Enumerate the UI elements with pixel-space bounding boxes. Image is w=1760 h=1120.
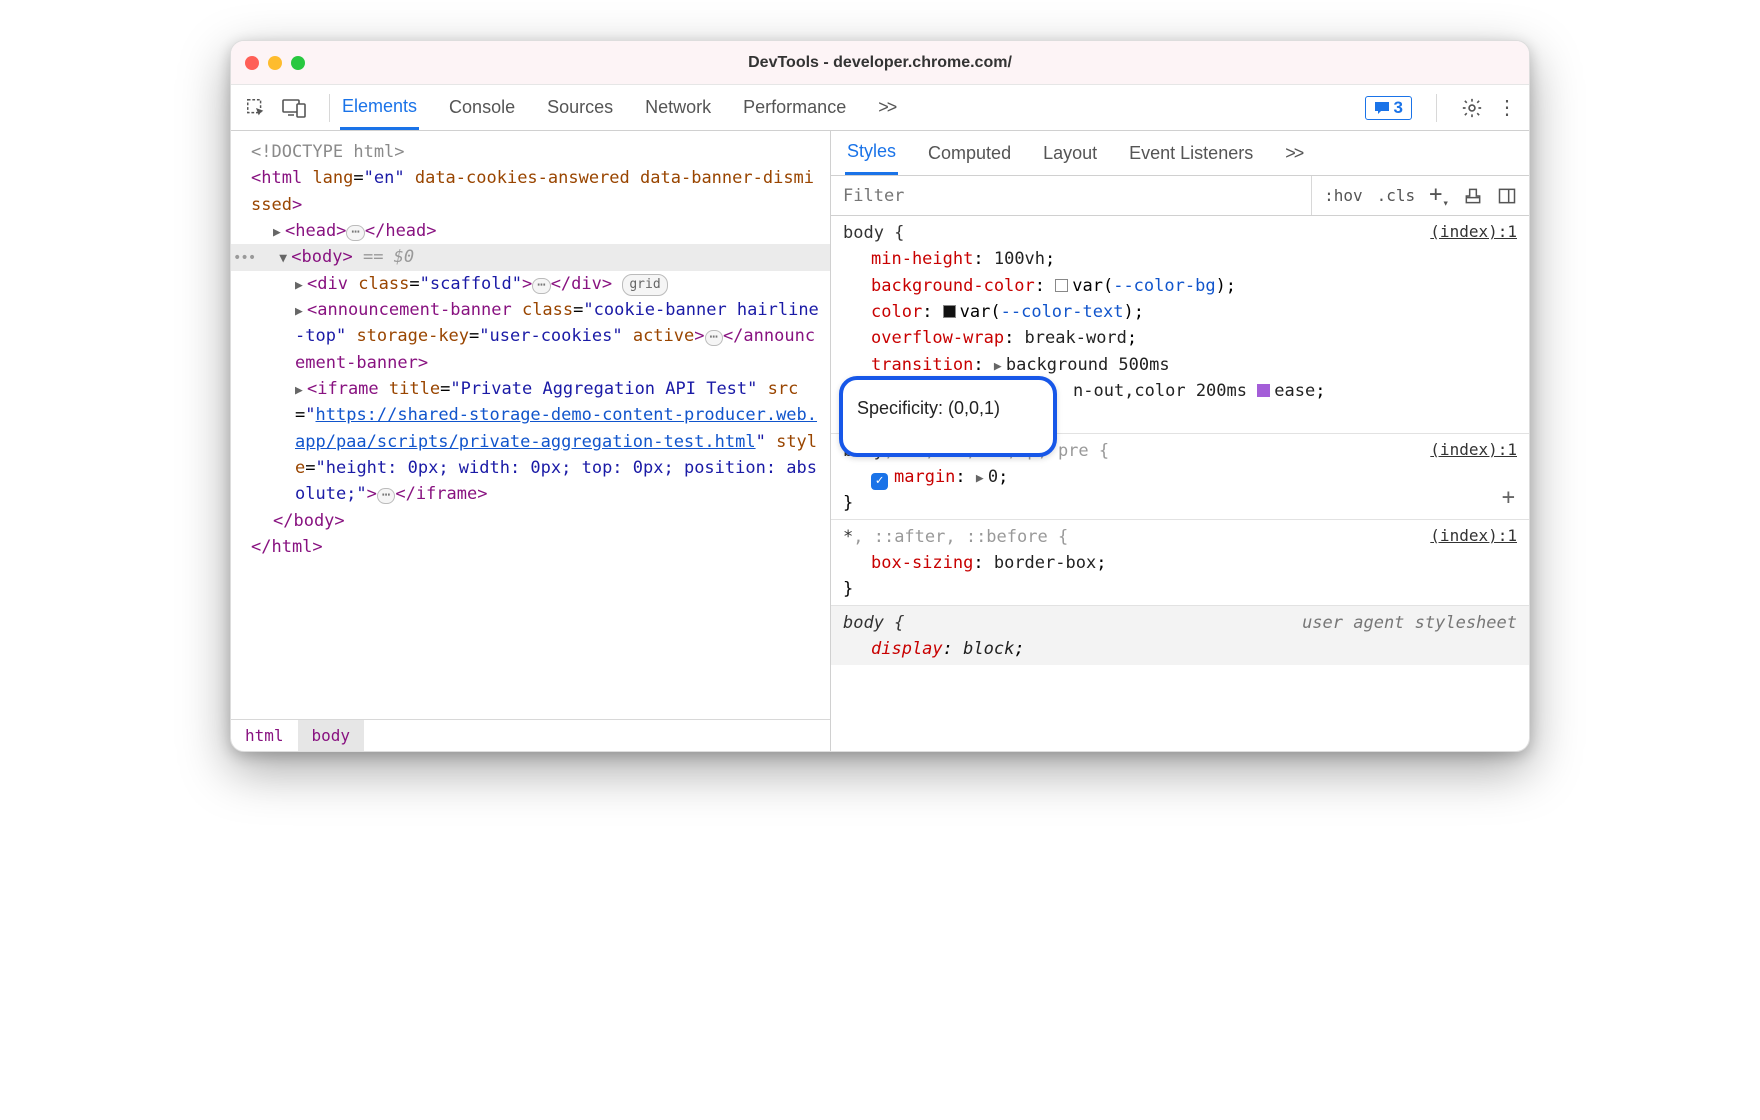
html-close: </html> — [251, 534, 820, 560]
tab-console[interactable]: Console — [447, 87, 517, 128]
head-node[interactable]: ▶<head>⋯</head> — [251, 218, 820, 244]
tooltip-text: Specificity: (0,0,1) — [857, 398, 1000, 418]
styles-panel: Styles Computed Layout Event Listeners >… — [831, 131, 1529, 751]
rule-selector: body { — [843, 220, 904, 246]
panel-tabs: Elements Console Sources Network Perform… — [340, 86, 1355, 130]
titlebar: DevTools - developer.chrome.com/ — [231, 41, 1529, 85]
new-rule-icon[interactable]: +▾ — [1429, 182, 1449, 209]
maximize-window-button[interactable] — [291, 56, 305, 70]
easing-icon[interactable] — [1257, 384, 1270, 397]
sidebar-tabs: Styles Computed Layout Event Listeners >… — [831, 131, 1529, 176]
div-scaffold-node[interactable]: ▶<div class="scaffold">⋯</div> grid — [251, 271, 820, 297]
rule-universal[interactable]: *, ::after, ::before { (index):1 box-siz… — [831, 519, 1529, 605]
separator — [329, 94, 330, 122]
tab-network[interactable]: Network — [643, 87, 713, 128]
filter-tools: :hov .cls +▾ — [1311, 176, 1529, 215]
crumb-body[interactable]: body — [298, 720, 365, 751]
subtab-more[interactable]: >> — [1283, 133, 1304, 174]
main-toolbar: Elements Console Sources Network Perform… — [231, 85, 1529, 131]
property-checkbox[interactable]: ✓ — [871, 473, 888, 490]
dom-tree[interactable]: <!DOCTYPE html> <html lang="en" data-coo… — [231, 131, 830, 719]
separator — [1436, 94, 1437, 122]
messages-count: 3 — [1394, 98, 1403, 118]
styles-filter-input[interactable] — [831, 186, 1311, 206]
rule-user-agent[interactable]: body { user agent stylesheet display: bl… — [831, 605, 1529, 665]
panel-toggle-icon[interactable] — [1497, 186, 1517, 206]
tab-elements[interactable]: Elements — [340, 86, 419, 130]
color-swatch-icon[interactable] — [1055, 279, 1068, 292]
breadcrumb: html body — [231, 719, 830, 751]
tab-more[interactable]: >> — [876, 87, 897, 128]
content: <!DOCTYPE html> <html lang="en" data-coo… — [231, 131, 1529, 751]
body-node-selected[interactable]: ▼<body> == $0 — [231, 244, 830, 270]
html-tag[interactable]: <html lang="en" data-cookies-answered da… — [251, 165, 820, 218]
rule-source-link[interactable]: (index):1 — [1430, 524, 1517, 550]
device-toggle-icon[interactable] — [281, 95, 307, 121]
subtab-layout[interactable]: Layout — [1041, 133, 1099, 174]
subtab-event-listeners[interactable]: Event Listeners — [1127, 133, 1255, 174]
subtab-styles[interactable]: Styles — [845, 131, 898, 175]
hov-button[interactable]: :hov — [1324, 186, 1363, 205]
gear-icon[interactable] — [1461, 97, 1483, 119]
elements-panel: <!DOCTYPE html> <html lang="en" data-coo… — [231, 131, 831, 751]
styles-rules: Specificity: (0,0,1) body { (index):1 mi… — [831, 216, 1529, 751]
messages-badge[interactable]: 3 — [1365, 96, 1412, 120]
close-window-button[interactable] — [245, 56, 259, 70]
brush-icon[interactable] — [1463, 186, 1483, 206]
specificity-tooltip: Specificity: (0,0,1) — [839, 376, 1057, 457]
add-property-icon[interactable]: + — [1502, 481, 1515, 515]
filter-bar: :hov .cls +▾ — [831, 176, 1529, 216]
crumb-html[interactable]: html — [231, 720, 298, 751]
minimize-window-button[interactable] — [268, 56, 282, 70]
subtab-computed[interactable]: Computed — [926, 133, 1013, 174]
color-swatch-icon[interactable] — [943, 305, 956, 318]
body-close: </body> — [251, 508, 820, 534]
rule-source-link[interactable]: (index):1 — [1430, 220, 1517, 246]
toolbar-right: 3 ⋮ — [1365, 94, 1517, 122]
cls-button[interactable]: .cls — [1377, 186, 1416, 205]
tab-performance[interactable]: Performance — [741, 87, 848, 128]
rule-source-link[interactable]: (index):1 — [1430, 438, 1517, 464]
doctype: <!DOCTYPE html> — [251, 139, 820, 165]
window-title: DevTools - developer.chrome.com/ — [231, 54, 1529, 72]
ua-stylesheet-label: user agent stylesheet — [1302, 610, 1517, 636]
inspect-icon[interactable] — [243, 95, 269, 121]
announcement-banner-node[interactable]: ▶<announcement-banner class="cookie-bann… — [251, 297, 820, 376]
traffic-lights — [245, 56, 305, 70]
devtools-window: DevTools - developer.chrome.com/ Element… — [230, 40, 1530, 752]
kebab-icon[interactable]: ⋮ — [1497, 95, 1517, 120]
tab-sources[interactable]: Sources — [545, 87, 615, 128]
iframe-node[interactable]: ▶<iframe title="Private Aggregation API … — [251, 376, 820, 508]
